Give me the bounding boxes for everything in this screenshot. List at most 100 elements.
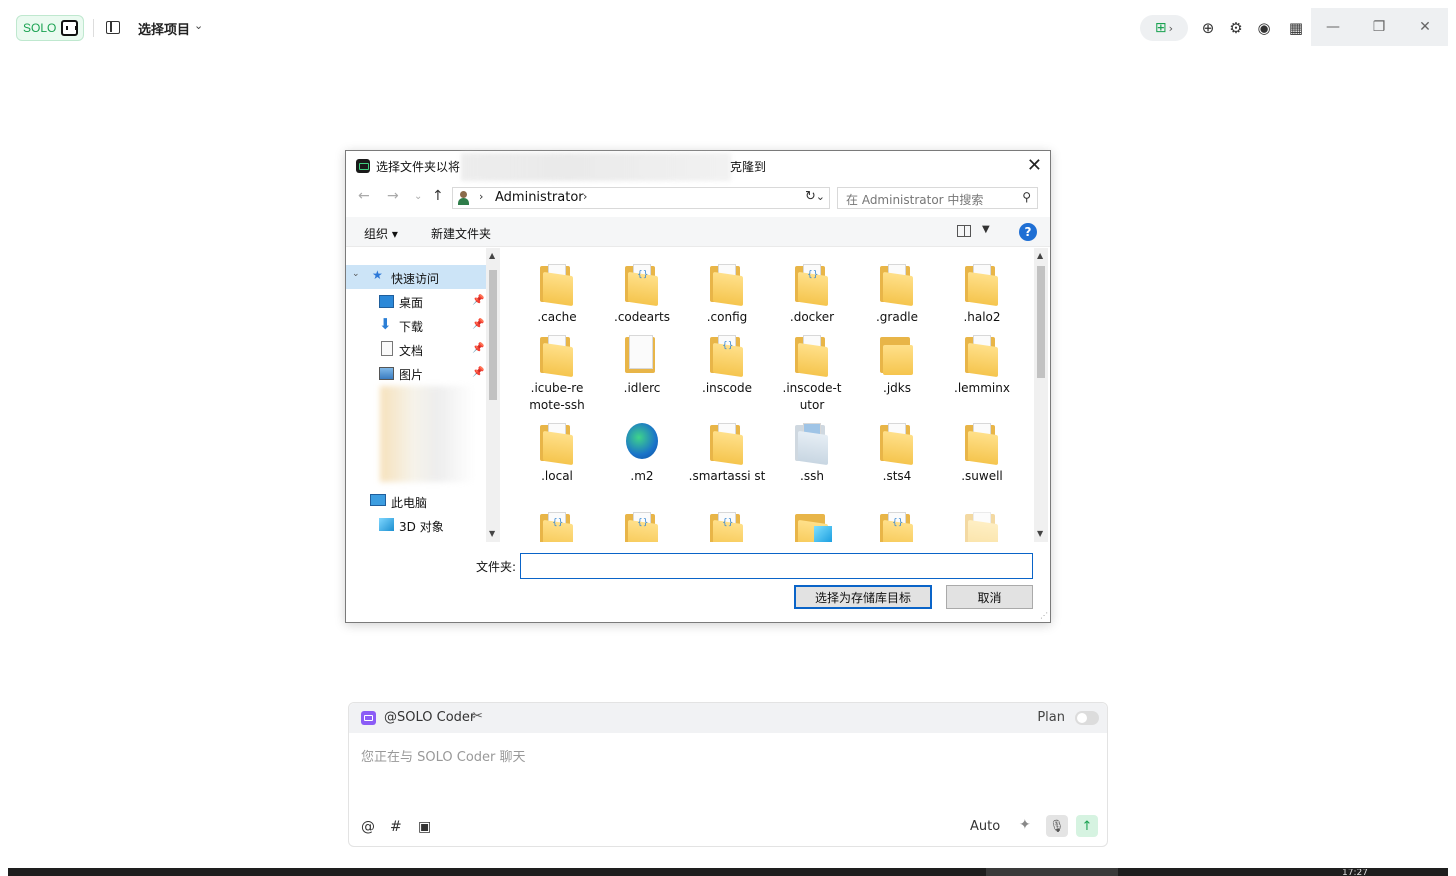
resize-grip-icon[interactable]: ⋰ <box>1040 611 1048 620</box>
scroll-down-icon[interactable]: ▼ <box>1037 529 1043 538</box>
folder-item[interactable]: .smartassi st <box>687 419 767 503</box>
nav-scrollbar-thumb[interactable] <box>489 270 497 400</box>
cancel-button[interactable]: 取消 <box>946 585 1033 609</box>
sidebar-item-3d-objects[interactable]: 3D 对象 <box>346 513 486 537</box>
address-dropdown-icon[interactable]: ⌄ <box>816 190 825 203</box>
plan-toggle[interactable] <box>1075 711 1099 725</box>
files-scrollbar-thumb[interactable] <box>1037 266 1045 378</box>
select-target-button[interactable]: 选择为存储库目标 <box>794 585 932 609</box>
view-options-icon[interactable] <box>957 225 971 237</box>
view-dropdown-icon[interactable]: ▼ <box>982 224 990 235</box>
folder-item[interactable]: {} <box>602 508 682 542</box>
image-icon[interactable]: ▣ <box>418 819 431 835</box>
folder-item[interactable]: .idlerc <box>602 331 682 415</box>
organize-menu[interactable]: 组织 ▾ <box>364 225 398 242</box>
account-icon[interactable]: ◉ <box>1254 18 1274 38</box>
scroll-down-icon[interactable]: ▼ <box>489 529 495 538</box>
folder-picker-dialog: 选择文件夹以将 克隆到 ✕ ← → ⌄ ↑ › Administrator › … <box>345 150 1051 623</box>
dialog-close-icon[interactable]: ✕ <box>1027 155 1042 176</box>
folder-item[interactable]: .jdks <box>857 331 937 415</box>
sidebar-item-this-pc[interactable]: 此电脑 <box>346 489 486 513</box>
layout-grid-icon[interactable]: ▦ <box>1286 18 1306 38</box>
folder-name: .config <box>706 310 748 324</box>
scroll-up-icon[interactable]: ▲ <box>1037 251 1043 260</box>
pictures-icon <box>379 367 394 380</box>
taskbar-active-item[interactable] <box>986 868 1118 876</box>
send-button[interactable]: ↑ <box>1076 815 1098 837</box>
folder-item[interactable]: {} <box>857 508 937 542</box>
refresh-icon[interactable]: ↻ <box>805 189 816 204</box>
folder-item[interactable]: .sts4 <box>857 419 937 503</box>
folder-icon <box>625 335 659 375</box>
pin-icon[interactable]: 📌 <box>472 343 484 354</box>
search-input[interactable]: 在 Administrator 中搜索 <box>846 191 983 208</box>
folder-item[interactable]: {} <box>517 508 597 542</box>
sidebar-item-documents[interactable]: 文档 📌 <box>346 337 486 361</box>
search-box[interactable]: 在 Administrator 中搜索 ⚲ <box>837 187 1038 209</box>
folder-item[interactable]: .ssh <box>772 419 852 503</box>
restore-icon[interactable]: ❐ <box>1365 13 1393 41</box>
breadcrumb-separator-icon[interactable]: › <box>479 190 483 203</box>
pin-icon[interactable]: 📌 <box>472 319 484 330</box>
folder-icon: {} <box>795 264 829 307</box>
microphone-button[interactable]: 🎙 <box>1046 815 1068 837</box>
expand-chevron-icon[interactable]: ⌄ <box>352 269 360 279</box>
breadcrumb-separator-icon[interactable]: › <box>583 190 587 203</box>
chat-input[interactable]: 您正在与 SOLO Coder 聊天 <box>361 746 526 765</box>
address-bar[interactable]: › Administrator › ⌄ <box>452 187 830 209</box>
forward-arrow-icon[interactable]: → <box>387 188 399 204</box>
folder-item[interactable]: .m2 <box>602 419 682 503</box>
folder-name: .smartassi st <box>688 469 766 483</box>
sidebar-item-label: 下载 <box>399 320 424 334</box>
hashtag-icon[interactable]: # <box>390 819 402 835</box>
redacted-region <box>380 386 475 482</box>
tools-icon[interactable]: ✂ <box>472 709 483 724</box>
folder-item[interactable]: .inscode-t utor <box>772 331 852 415</box>
folder-name: .inscode <box>702 381 752 395</box>
gift-button[interactable]: ⊞ › <box>1140 15 1188 41</box>
back-arrow-icon[interactable]: ← <box>358 188 370 204</box>
new-folder-button[interactable]: 新建文件夹 <box>431 225 491 242</box>
recent-dropdown-icon[interactable]: ⌄ <box>414 191 422 202</box>
folder-item[interactable]: .suwell <box>942 419 1022 503</box>
search-icon: ⚲ <box>1022 190 1031 204</box>
sidebar-item-pictures[interactable]: 图片 📌 <box>346 361 486 385</box>
scroll-up-icon[interactable]: ▲ <box>489 251 495 260</box>
chevron-down-icon[interactable]: ⌄ <box>194 19 203 32</box>
folder-item[interactable] <box>942 508 1022 542</box>
folder-name-field[interactable] <box>520 553 1033 579</box>
folder-item[interactable]: {} .inscode <box>687 331 767 415</box>
solo-badge[interactable]: SOLO <box>16 15 84 41</box>
sidebar-toggle-icon[interactable] <box>106 21 120 34</box>
minimize-icon[interactable]: — <box>1319 13 1347 41</box>
gear-icon[interactable]: ⚙ <box>1226 18 1246 38</box>
folder-name: .lemminx <box>954 381 1010 395</box>
chat-add-icon[interactable]: ⊕ <box>1198 18 1218 38</box>
project-selector[interactable]: 选择项目 <box>138 19 190 38</box>
up-arrow-icon[interactable]: ↑ <box>432 188 444 204</box>
folder-item[interactable]: .lemminx <box>942 331 1022 415</box>
pin-icon[interactable]: 📌 <box>472 367 484 378</box>
agent-name[interactable]: @SOLO Coder <box>384 710 475 725</box>
folder-item[interactable]: .icube-re mote-ssh <box>517 331 597 415</box>
organize-label: 组织 <box>364 227 389 241</box>
sidebar-item-desktop[interactable]: 桌面 📌 <box>346 289 486 313</box>
folder-item[interactable] <box>772 508 852 542</box>
command-bar: 组织 ▾ 新建文件夹 ▼ ? <box>346 217 1050 247</box>
mention-icon[interactable]: @ <box>361 819 375 835</box>
folder-icon: {} <box>625 264 659 307</box>
folder-item[interactable]: {} <box>687 508 767 542</box>
pin-icon[interactable]: 📌 <box>472 295 484 306</box>
sparkle-icon[interactable]: ✦ <box>1019 817 1031 833</box>
sidebar-item-downloads[interactable]: ⬇ 下载 📌 <box>346 313 486 337</box>
folder-field-label: 文件夹: <box>476 560 517 574</box>
model-mode-selector[interactable]: Auto <box>970 819 1000 834</box>
help-icon[interactable]: ? <box>1019 223 1037 241</box>
folder-name: .cache <box>537 310 577 324</box>
folder-icon <box>710 264 744 307</box>
breadcrumb-administrator[interactable]: Administrator <box>495 190 584 205</box>
sidebar-item-quick-access[interactable]: ⌄ ★ 快速访问 <box>346 265 486 289</box>
folder-item[interactable]: .local <box>517 419 597 503</box>
close-icon[interactable]: ✕ <box>1411 13 1439 41</box>
folder-icon <box>880 335 914 375</box>
